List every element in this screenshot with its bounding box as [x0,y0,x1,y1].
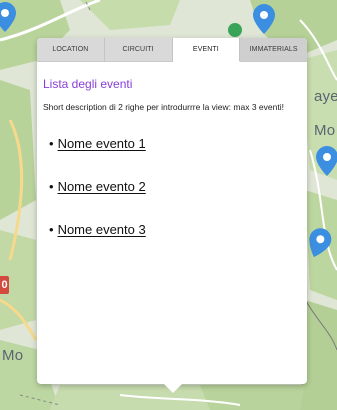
bullet-icon: • [49,222,54,238]
tab-location[interactable]: LOCATION [37,38,105,61]
list-item: • Nome evento 1 [49,136,301,151]
map-pin-icon[interactable] [228,22,242,38]
bullet-icon: • [49,179,54,195]
list-item: • Nome evento 3 [49,222,301,237]
tab-eventi[interactable]: EVENTI [172,38,241,62]
event-link-2[interactable]: Nome evento 2 [58,179,146,194]
map-pin-icon[interactable] [0,2,16,32]
route-number-badge: 0 [0,276,9,294]
tab-circuiti[interactable]: CIRCUITI [104,38,173,61]
event-link-1[interactable]: Nome evento 1 [58,136,146,151]
map-pin-icon[interactable] [252,4,276,34]
tab-immaterials[interactable]: IMMATERIALS [240,38,307,61]
map-place-label: Mo [2,347,24,364]
popup-tabs: LOCATION CIRCUITI EVENTI IMMATERIALS [37,38,307,62]
events-popup: LOCATION CIRCUITI EVENTI IMMATERIALS Lis… [37,38,307,393]
events-list: • Nome evento 1 • Nome evento 2 • Nome e… [43,136,301,237]
bullet-icon: • [49,136,54,152]
event-link-3[interactable]: Nome evento 3 [58,222,146,237]
list-item: • Nome evento 2 [49,179,301,194]
popup-description: Short description di 2 righe per introdu… [43,102,284,112]
map-place-label: aye [314,88,337,105]
popup-title: Lista degli eventi [43,77,133,91]
map-pin-icon[interactable] [316,146,337,176]
popup-content: Lista degli eventi Short description di … [37,62,307,237]
map-place-label: Mo [314,122,336,139]
